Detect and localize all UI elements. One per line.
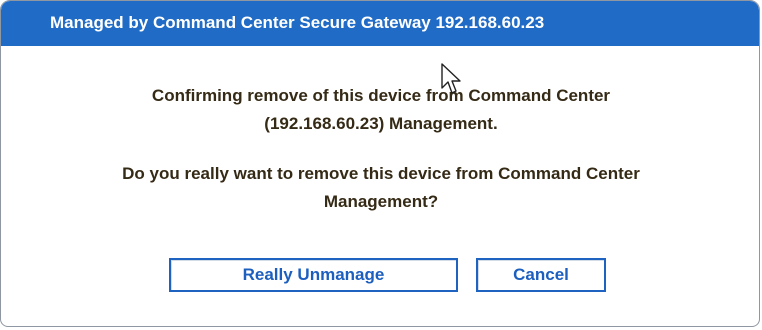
confirm-message-line-1: Confirming remove of this device from Co… [151,86,611,105]
confirm-question-line-2: Management? [323,192,439,211]
confirm-question: Do you really want to remove this device… [31,160,731,216]
confirm-question-line-1: Do you really want to remove this device… [122,164,640,183]
confirm-message-line-2: (192.168.60.23) Management. [264,114,498,133]
really-unmanage-button[interactable]: Really Unmanage [169,258,458,292]
dialog-title: Managed by Command Center Secure Gateway… [50,13,545,32]
confirm-message: Confirming remove of this device from Co… [31,82,731,138]
unmanage-confirm-dialog: Managed by Command Center Secure Gateway… [0,0,760,327]
dialog-titlebar[interactable]: Managed by Command Center Secure Gateway… [1,1,759,46]
mouse-pointer-icon [441,63,461,94]
cancel-button[interactable]: Cancel [476,258,606,292]
